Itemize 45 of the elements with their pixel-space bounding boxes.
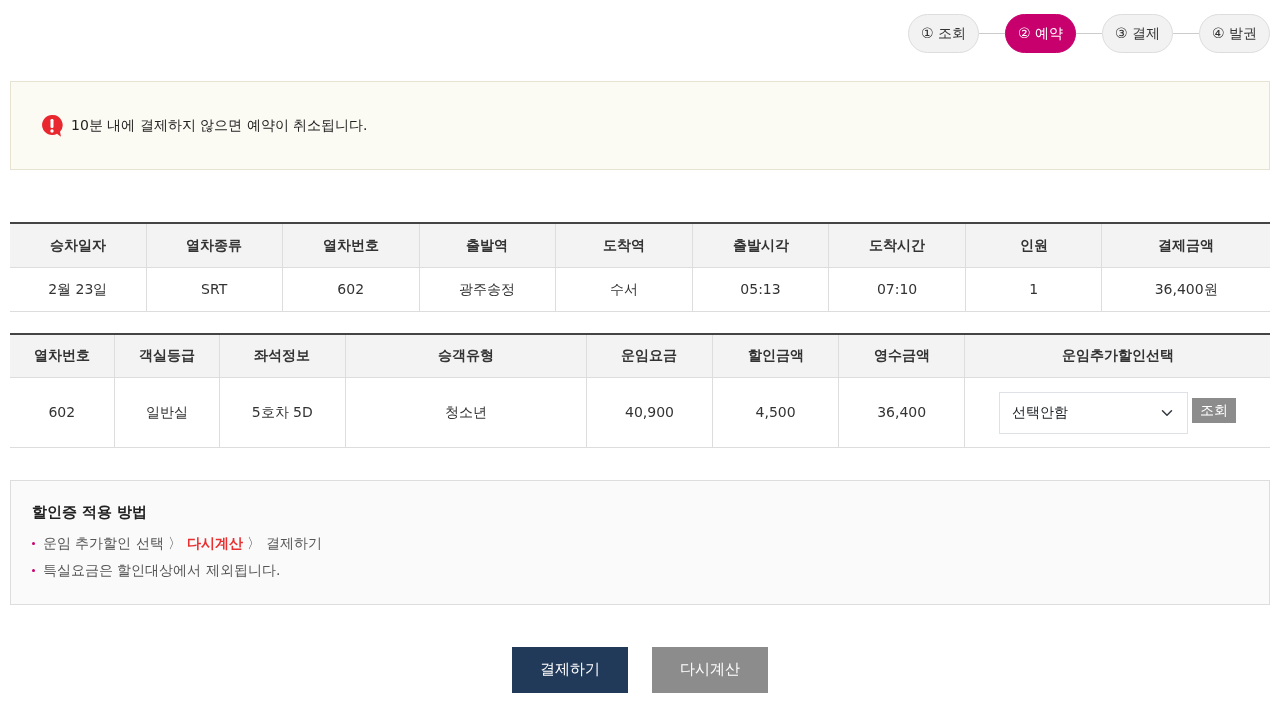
discount-select[interactable]: 선택안함: [999, 391, 1189, 434]
table-cell: 광주송정: [419, 267, 556, 311]
column-header: 결제금액: [1101, 223, 1270, 267]
column-header: 인원: [965, 223, 1102, 267]
column-header: 열차종류: [146, 223, 283, 267]
guide-text: 운임 추가할인 선택 〉 다시계산 〉 결제하기: [43, 533, 322, 553]
table-cell: 36,400: [838, 377, 965, 448]
table-cell: 1: [965, 267, 1102, 311]
table-cell: 40,900: [586, 377, 713, 448]
notice-text: 10분 내에 결제하지 않으면 예약이 취소됩니다.: [71, 116, 368, 135]
column-header: 도착역: [555, 223, 693, 267]
column-header: 할인금액: [712, 333, 839, 378]
column-header: 객실등급: [114, 333, 220, 378]
step-tab[interactable]: ③ 결제: [1101, 14, 1173, 53]
column-header: 도착시간: [828, 223, 966, 267]
bullet-icon: [32, 568, 35, 572]
table-cell: 07:10: [828, 267, 966, 311]
column-header: 영수금액: [838, 333, 965, 378]
table-cell: 2월 23일: [10, 267, 147, 311]
guide-text: 특실요금은 할인대상에서 제외됩니다.: [43, 560, 281, 580]
table-cell: SRT: [146, 267, 283, 311]
guide-title: 할인증 적용 방법: [32, 502, 149, 523]
column-header: 승차일자: [10, 223, 147, 267]
step-tab[interactable]: ① 조회: [907, 14, 979, 53]
column-header: 승객유형: [345, 333, 587, 378]
column-header: 좌석정보: [219, 333, 346, 378]
pay-button[interactable]: 결제하기: [512, 646, 628, 693]
table-cell: 602: [282, 267, 420, 311]
column-header: 운임요금: [586, 333, 713, 378]
table-cell: 05:13: [692, 267, 829, 311]
step-tab[interactable]: ④ 발권: [1199, 14, 1270, 53]
column-header: 열차번호: [10, 333, 115, 378]
column-header: 출발역: [419, 223, 556, 267]
table-cell: 수서: [555, 267, 693, 311]
alert-icon: [41, 113, 63, 138]
column-header: 열차번호: [282, 223, 420, 267]
column-header: 운임추가할인선택: [964, 333, 1270, 378]
table-cell: 4,500: [712, 377, 839, 448]
table-cell: 602: [10, 377, 115, 448]
column-header: 출발시각: [692, 223, 829, 267]
bullet-icon: [32, 541, 35, 545]
step-tab[interactable]: ② 예약: [1004, 14, 1076, 53]
table-cell: 일반실: [114, 377, 220, 448]
table-cell: 청소년: [345, 377, 587, 448]
table-cell: 5호차 5D: [219, 377, 346, 448]
